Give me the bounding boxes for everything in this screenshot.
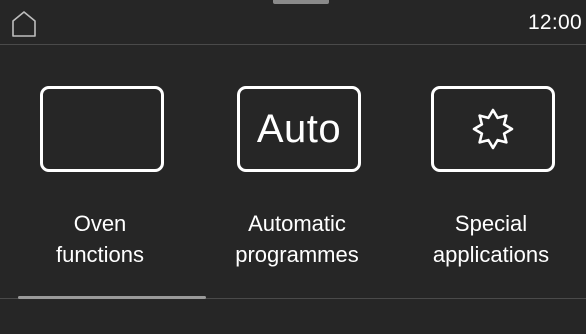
special-applications-tile[interactable]: Special applications	[431, 80, 581, 280]
auto-icon: Auto	[237, 86, 361, 172]
label-line-2: applications	[432, 242, 550, 267]
special-applications-label: Special applications	[411, 208, 571, 270]
page-indicator-active[interactable]	[18, 296, 206, 299]
clock: 12:00	[527, 11, 582, 34]
oven-functions-tile[interactable]: Oven functions	[40, 80, 190, 280]
automatic-programmes-tile[interactable]: Auto Automatic programmes	[235, 80, 387, 280]
label-line-2: functions	[55, 242, 145, 267]
blank-box-icon	[40, 86, 164, 172]
starburst-icon	[431, 86, 555, 172]
label-line-2: programmes	[235, 242, 359, 267]
automatic-programmes-label: Automatic programmes	[217, 208, 377, 270]
header-divider	[0, 44, 586, 45]
status-bar: 12:00	[0, 0, 586, 44]
label-line-1: Automatic	[248, 211, 346, 236]
label-line-1: Oven	[73, 211, 127, 236]
label-line-1: Special	[454, 211, 528, 236]
auto-icon-text: Auto	[256, 107, 342, 151]
home-icon[interactable]	[10, 10, 38, 38]
oven-functions-label: Oven functions	[20, 208, 180, 270]
starburst-icon-graphic	[472, 108, 514, 150]
oven-control-screen: 12:00 Oven functions Auto Automatic prog…	[0, 0, 586, 334]
